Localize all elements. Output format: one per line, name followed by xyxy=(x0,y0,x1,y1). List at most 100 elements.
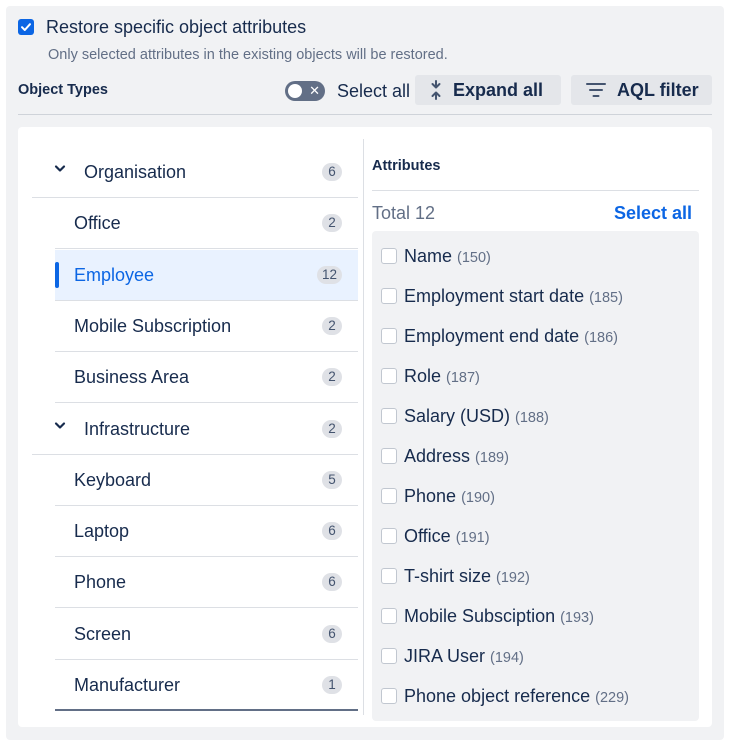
attribute-checkbox[interactable] xyxy=(381,368,397,384)
tree-item-label: Keyboard xyxy=(74,469,152,490)
attribute-row[interactable]: Employment end date (186) xyxy=(372,316,699,356)
tree-item[interactable]: Employee 12 xyxy=(55,249,358,301)
select-all-label: Select all xyxy=(337,81,411,101)
selected-indicator xyxy=(55,261,59,288)
tree-group-item[interactable]: Infrastructure 2 xyxy=(32,404,358,455)
attribute-checkbox[interactable] xyxy=(381,568,397,584)
attribute-name: Mobile Subsciption xyxy=(404,606,556,626)
attribute-name: Address xyxy=(404,446,471,466)
attribute-checkbox[interactable] xyxy=(381,648,397,664)
tree-item-label: Organisation xyxy=(84,162,187,182)
attribute-row[interactable]: Office (191) xyxy=(372,516,699,556)
close-icon: ✕ xyxy=(309,83,320,98)
attribute-row[interactable]: Salary (USD) (188) xyxy=(372,396,699,436)
attribute-id: (194) xyxy=(490,650,524,666)
count-badge: 2 xyxy=(322,419,342,438)
attributes-total: Total 12 xyxy=(372,203,436,223)
count-badge: 2 xyxy=(322,214,342,233)
attribute-id: (191) xyxy=(455,530,490,546)
attribute-checkbox[interactable] xyxy=(381,608,397,624)
count-badge: 2 xyxy=(322,316,342,335)
tree-item[interactable]: Phone 6 xyxy=(55,557,358,609)
attribute-checkbox[interactable] xyxy=(381,688,397,704)
restore-panel: Restore specific object attributes Only … xyxy=(6,6,724,740)
attribute-row[interactable]: Name (150) xyxy=(372,236,699,276)
attribute-checkbox[interactable] xyxy=(381,328,397,344)
attribute-checkbox[interactable] xyxy=(381,248,397,264)
tree-item-label: Mobile Subscription xyxy=(74,315,232,336)
attribute-label: Salary (USD) (188) xyxy=(404,406,549,427)
chevron-down-icon[interactable] xyxy=(54,421,66,431)
restore-attributes-option[interactable]: Restore specific object attributes xyxy=(18,16,306,38)
attribute-label: Address (189) xyxy=(404,446,509,467)
tree-item[interactable]: Office 2 xyxy=(55,198,358,250)
attributes-title: Attributes xyxy=(372,158,441,174)
tree-item[interactable]: Business Area 2 xyxy=(55,352,358,404)
chevron-down-icon[interactable] xyxy=(54,164,66,174)
attribute-checkbox[interactable] xyxy=(381,528,397,544)
tree-item[interactable]: Laptop 6 xyxy=(55,506,358,558)
attribute-row[interactable]: Mobile Subsciption (193) xyxy=(372,596,699,636)
attribute-name: Name xyxy=(404,246,453,266)
count-badge: 12 xyxy=(316,265,342,284)
aql-filter-label: AQL filter xyxy=(617,79,699,100)
tree-group-item[interactable]: Organisation 6 xyxy=(32,147,358,198)
attribute-label: Role (187) xyxy=(404,366,480,387)
attribute-row[interactable]: Address (189) xyxy=(372,436,699,476)
tree-item-label: Phone xyxy=(74,572,127,593)
attribute-checkbox[interactable] xyxy=(381,448,397,464)
attribute-checkbox[interactable] xyxy=(381,288,397,304)
attribute-row[interactable]: JIRA User (194) xyxy=(372,636,699,676)
object-types-card: Organisation 6 Office 2 Employee 12 Mobile Sub… xyxy=(18,127,712,727)
attribute-label: Phone object reference (229) xyxy=(404,686,629,707)
tree-item-label: Office xyxy=(74,213,121,234)
attribute-id: (192) xyxy=(496,570,530,586)
tree-item-label: Employee xyxy=(74,264,155,285)
tree-item[interactable]: Manufacturer 1 xyxy=(55,660,358,711)
select-all-toggle[interactable]: ✕ xyxy=(285,81,325,101)
column-divider xyxy=(363,139,364,715)
object-types-title: Object Types xyxy=(18,82,108,98)
attribute-row[interactable]: Role (187) xyxy=(372,356,699,396)
attribute-id: (186) xyxy=(584,330,618,346)
attribute-id: (193) xyxy=(560,610,594,626)
tree-item[interactable]: Mobile Subscription 2 xyxy=(55,301,358,352)
attribute-id: (190) xyxy=(461,490,495,506)
expand-icon xyxy=(431,80,441,100)
count-badge: 6 xyxy=(322,522,342,541)
tree-item-label: Laptop xyxy=(74,521,130,542)
attribute-id: (187) xyxy=(446,370,480,386)
count-badge: 1 xyxy=(322,676,342,694)
attribute-name: Office xyxy=(404,526,451,546)
filter-icon xyxy=(586,83,606,97)
attribute-checkbox[interactable] xyxy=(381,408,397,424)
attribute-checkbox[interactable] xyxy=(381,488,397,504)
attributes-divider xyxy=(372,190,699,191)
attribute-row[interactable]: T-shirt size (192) xyxy=(372,556,699,596)
tree-item-label: Infrastructure xyxy=(84,418,191,439)
count-badge: 5 xyxy=(322,470,342,489)
attribute-label: Name (150) xyxy=(404,246,491,267)
attribute-row[interactable]: Employment start date (185) xyxy=(372,276,699,316)
tree-item[interactable]: Screen 6 xyxy=(55,609,358,660)
restore-attributes-label: Restore specific object attributes xyxy=(46,16,307,37)
expand-all-button[interactable]: Expand all xyxy=(415,75,561,105)
restore-description: Only selected attributes in the existing… xyxy=(48,47,448,63)
attribute-label: Employment start date (185) xyxy=(404,286,623,307)
attribute-row[interactable]: Phone (190) xyxy=(372,476,699,516)
attributes-select-all-link[interactable]: Select all xyxy=(614,203,692,224)
aql-filter-button[interactable]: AQL filter xyxy=(571,75,712,105)
attribute-label: JIRA User (194) xyxy=(404,646,524,667)
attribute-row[interactable]: Phone object reference (229) xyxy=(372,676,699,716)
attribute-name: T-shirt size xyxy=(404,566,492,586)
attribute-name: Phone xyxy=(404,486,457,506)
attribute-id: (229) xyxy=(595,690,629,706)
tree-item[interactable]: Keyboard 5 xyxy=(55,455,358,506)
divider xyxy=(18,114,712,115)
count-badge: 6 xyxy=(322,573,342,592)
attribute-id: (150) xyxy=(457,250,491,266)
count-badge: 6 xyxy=(322,624,342,643)
attribute-name: Employment start date xyxy=(404,286,585,306)
attribute-name: Phone object reference xyxy=(404,686,591,706)
restore-attributes-checkbox[interactable] xyxy=(18,19,34,35)
